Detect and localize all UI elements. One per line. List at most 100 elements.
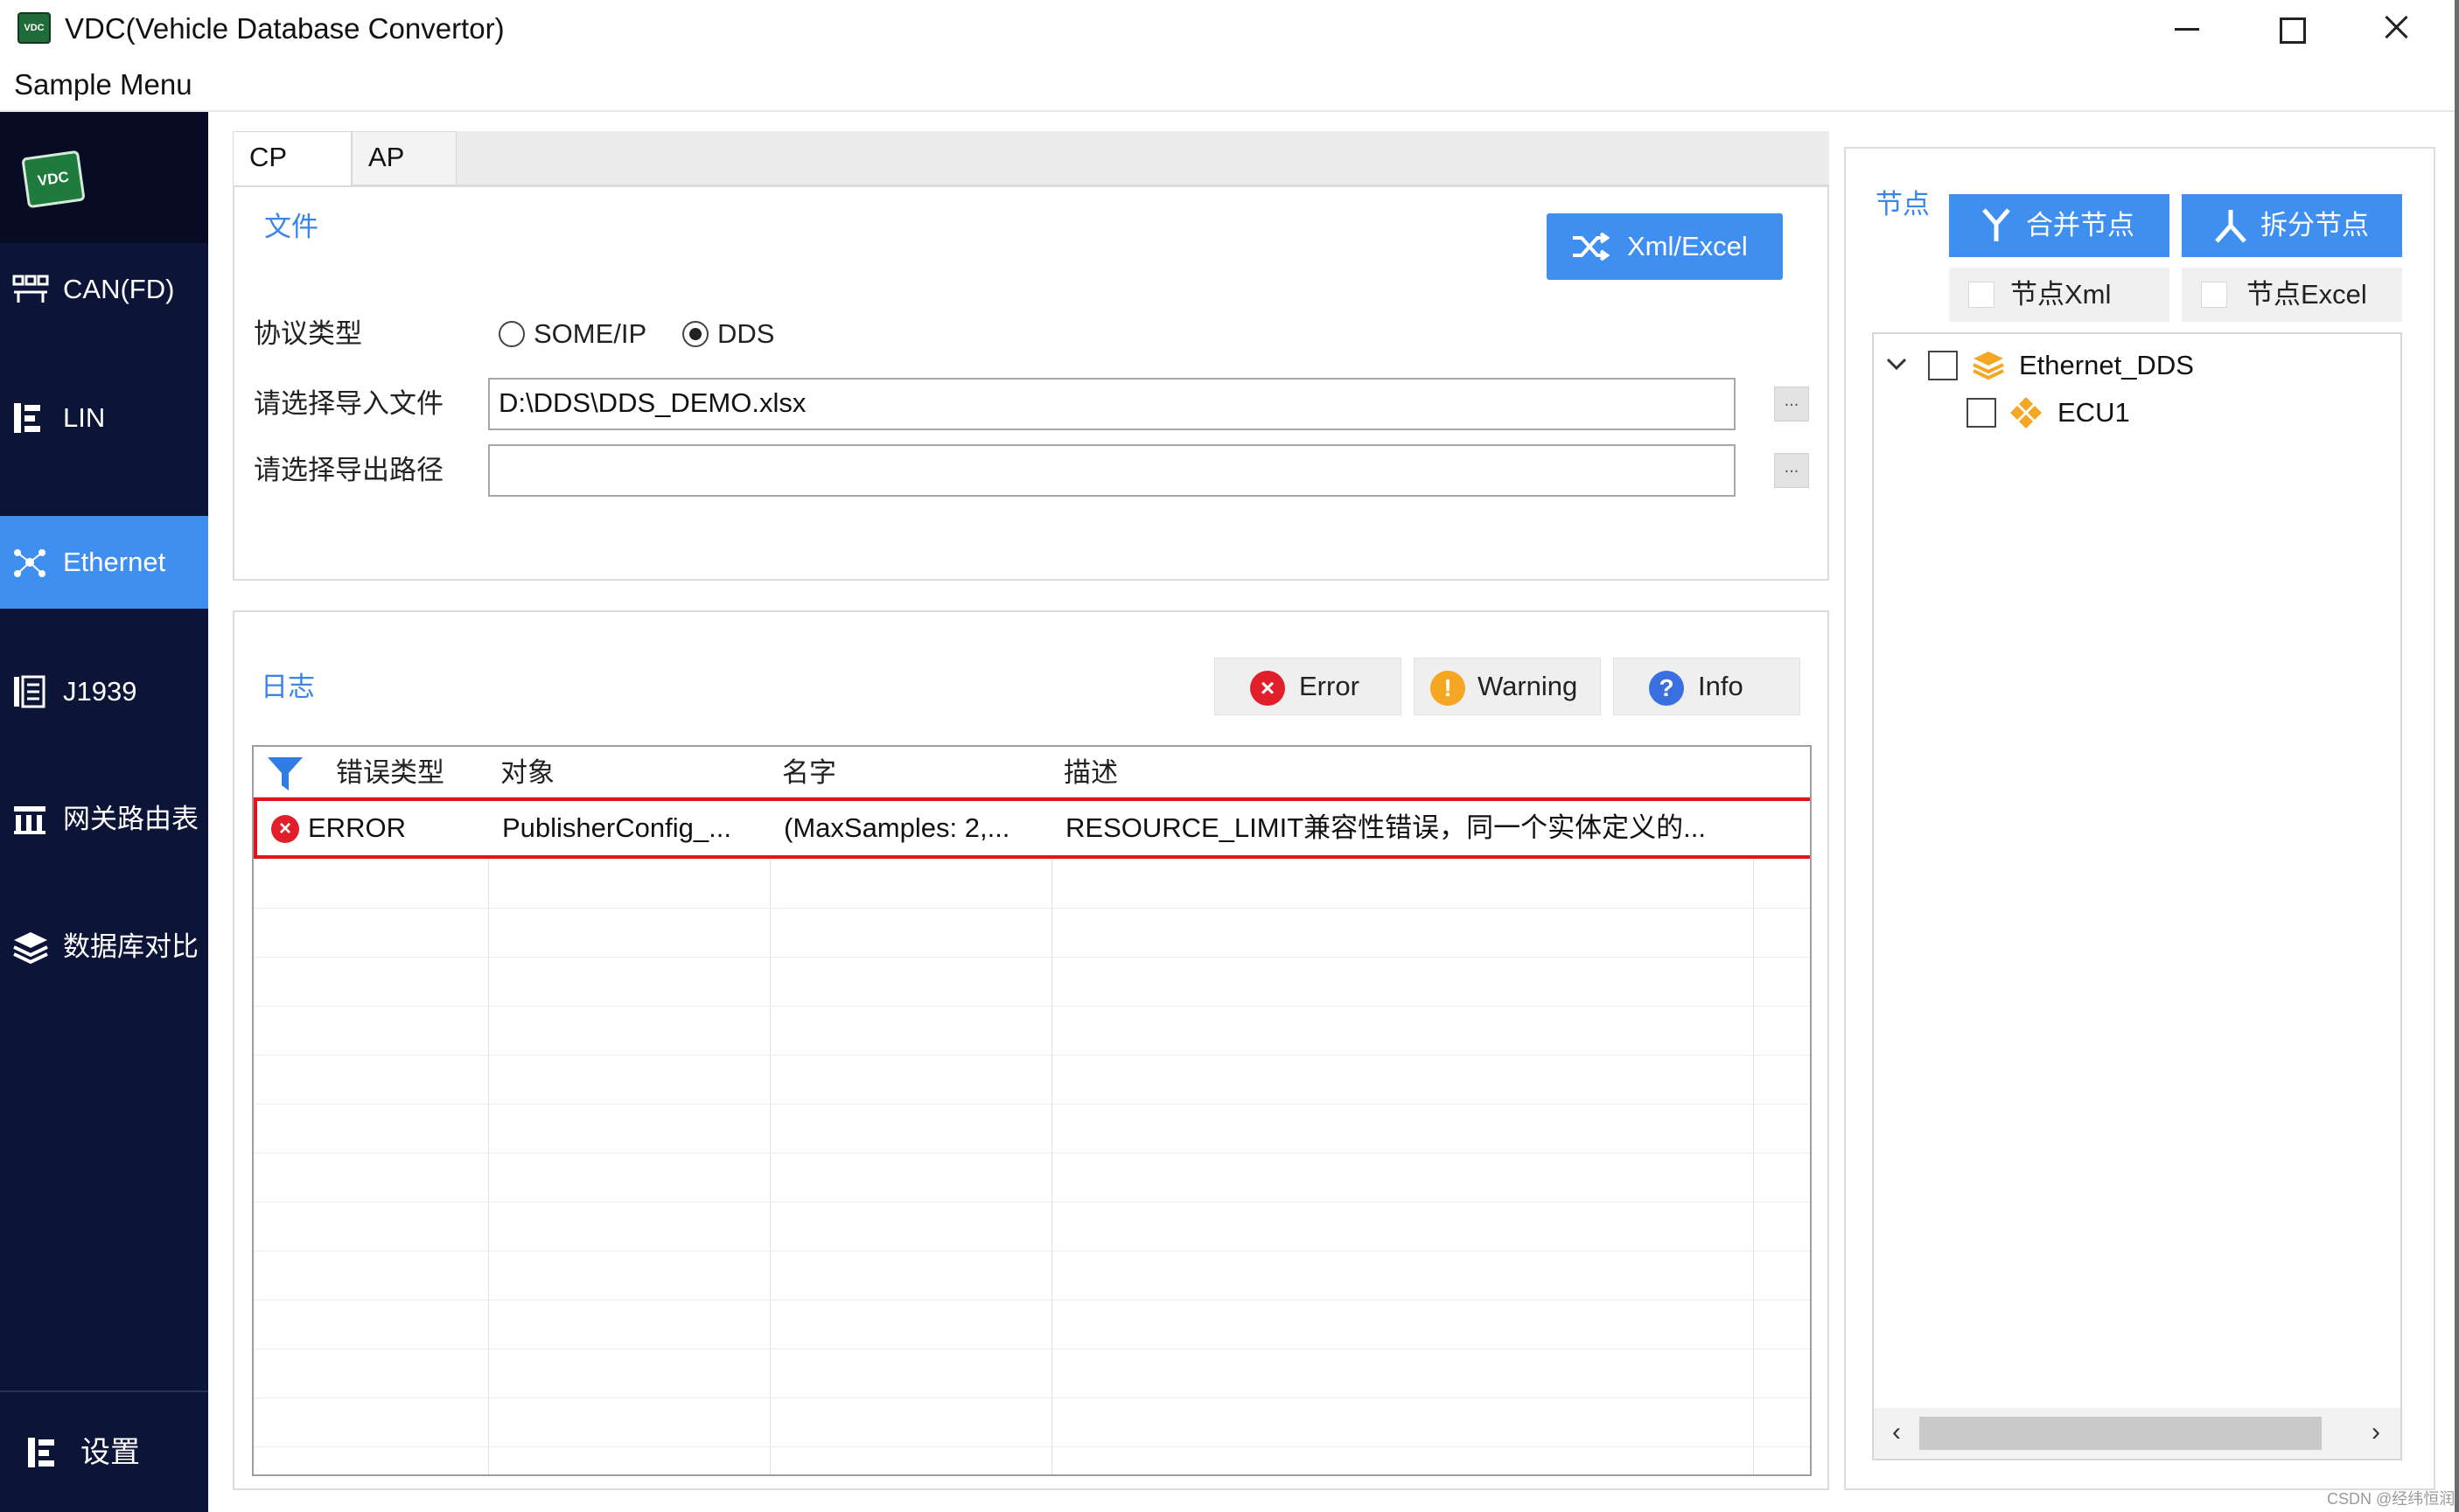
node-xml-checkbox[interactable] [1968,282,1994,308]
log-section-title: 日志 [261,672,315,702]
tab-cp[interactable]: CP [233,131,352,185]
window-edge [2455,0,2459,1512]
col-header-object[interactable]: 对象 [488,747,555,798]
minimize-button[interactable] [2152,7,2222,51]
window-title: VDC(Vehicle Database Convertor) [65,12,505,45]
sidebar-item-settings[interactable]: 设置 [0,1390,208,1512]
import-file-label: 请选择导入文件 [254,388,444,419]
col-header-error-type[interactable]: 错误类型 [324,747,444,798]
ethernet-hub-icon [14,549,45,577]
menu-sample[interactable]: Sample Menu [14,68,192,101]
table-row[interactable]: × ERROR PublisherConfig_... (MaxSamples:… [254,798,1810,859]
node-xml-label: 节点Xml [2010,279,2112,310]
app-logo-icon: VDC [17,12,51,44]
sidebar-item-lin[interactable]: LIN [0,372,208,464]
export-path-input[interactable] [488,444,1736,497]
col-header-description[interactable]: 描述 [1051,747,1118,798]
import-browse-button[interactable]: ... [1774,387,1809,422]
filter-funnel-icon[interactable] [268,757,303,791]
protocol-type-label: 协议类型 [254,318,362,349]
merge-node-button[interactable]: 合并节点 [1949,194,2169,257]
split-node-label: 拆分节点 [2260,210,2369,240]
j1939-doc-icon [14,675,45,708]
cell-description: RESOURCE_LIMIT兼容性错误，同一个实体定义的... [1065,812,1706,843]
lin-tree-icon [14,403,40,433]
vdc-logo-icon: VDC [21,150,86,209]
filter-error-button[interactable]: × Error [1214,658,1401,715]
sidebar-item-label: LIN [63,402,106,433]
filter-info-button[interactable]: ? Info [1613,658,1800,715]
filter-info-label: Info [1698,671,1743,701]
xml-excel-label: Xml/Excel [1627,231,1748,261]
maximize-button[interactable] [2257,7,2327,51]
sidebar-item-label: 设置 [80,1436,140,1469]
log-table-header: 错误类型 对象 名字 描述 [254,747,1810,798]
protocol-dds-label: DDS [717,318,775,349]
sidebar-item-label: 网关路由表 [63,804,199,834]
settings-icon [28,1438,54,1467]
sidebar-item-ethernet[interactable]: Ethernet [0,516,208,609]
log-panel: 日志 × Error ! Warning ? Info 错误类型 对象 名字 描… [233,610,1829,1490]
split-node-button[interactable]: 拆分节点 [2182,194,2402,257]
protocol-someip-label: SOME/IP [534,318,647,349]
sidebar-item-can-fd[interactable]: CAN(FD) [0,243,208,336]
log-table[interactable]: 错误类型 对象 名字 描述 × ERROR PublisherConfig_..… [252,745,1812,1476]
horizontal-scrollbar[interactable]: ‹ › [1874,1408,2400,1459]
tree-checkbox[interactable] [1928,351,1958,380]
protocol-someip-radio[interactable] [499,321,525,347]
sidebar: VDC CAN(FD) LIN Ethernet J1939 网关路由表 数据库… [0,112,208,1512]
sidebar-item-j1939[interactable]: J1939 [0,645,208,738]
sidebar-item-gateway-routing[interactable]: 网关路由表 [0,773,208,866]
file-panel: 文件 Xml/Excel 协议类型 SOME/IP DDS 请选择导入文件 D:… [233,185,1829,581]
database-compare-icon [13,932,48,964]
sidebar-logo-area: VDC [0,112,208,243]
export-path-label: 请选择导出路径 [254,455,444,485]
filter-warning-label: Warning [1477,671,1578,701]
title-bar: VDC VDC(Vehicle Database Convertor) [0,0,2459,56]
menu-bar: Sample Menu [0,56,2459,112]
xml-excel-convert-button[interactable]: Xml/Excel [1547,213,1783,280]
tree-node-ecu1[interactable]: ECU1 [1874,390,2399,435]
merge-node-label: 合并节点 [2026,210,2134,240]
tab-ap[interactable]: AP [352,131,457,185]
scroll-left-icon[interactable]: ‹ [1879,1415,1914,1450]
error-icon: × [271,815,299,843]
node-xml-option[interactable]: 节点Xml [1949,268,2169,322]
tree-node-ethernet-dds[interactable]: Ethernet_DDS [1874,343,2399,388]
filter-warning-button[interactable]: ! Warning [1414,658,1601,715]
merge-icon [1982,208,2010,241]
node-excel-label: 节点Excel [2246,279,2367,310]
filter-error-label: Error [1299,671,1359,701]
node-section-title: 节点 [1876,189,1930,219]
layers-icon [1973,352,2004,380]
import-file-input[interactable]: D:\DDS\DDS_DEMO.xlsx [488,378,1736,430]
node-excel-option[interactable]: 节点Excel [2182,268,2402,322]
sidebar-item-label: CAN(FD) [63,274,175,304]
node-tree[interactable]: Ethernet_DDS ECU1 ‹ › [1872,332,2402,1460]
tab-strip: CP AP [233,131,1829,185]
sidebar-item-label: Ethernet [63,547,166,577]
cell-name: (MaxSamples: 2,... [784,812,1010,843]
gateway-routing-icon [14,806,45,834]
scroll-right-icon[interactable]: › [2358,1415,2393,1450]
scroll-thumb[interactable] [1919,1417,2322,1450]
export-browse-button[interactable]: ... [1774,453,1809,488]
error-icon: × [1250,671,1285,706]
tree-checkbox[interactable] [1967,398,1996,428]
cell-object: PublisherConfig_... [502,812,731,843]
sidebar-item-database-compare[interactable]: 数据库对比 [0,901,208,993]
watermark: CSDN @经纬恒润 [2327,1490,2456,1508]
ecu-diamond-icon [2010,397,2042,429]
shuffle-icon [1573,233,1610,261]
node-excel-checkbox[interactable] [2201,282,2227,308]
protocol-dds-radio[interactable] [682,321,709,347]
file-section-title: 文件 [264,212,318,242]
cell-error-type: ERROR [308,812,406,843]
node-panel: 节点 合并节点 拆分节点 节点Xml 节点Excel Ethernet_DDS … [1844,147,2435,1490]
close-button[interactable] [2362,7,2432,51]
can-network-icon [12,275,49,303]
tree-node-label: Ethernet_DDS [2019,350,2194,380]
col-header-name[interactable]: 名字 [770,747,836,798]
info-icon: ? [1649,671,1684,706]
chevron-down-icon[interactable] [1886,357,1907,371]
